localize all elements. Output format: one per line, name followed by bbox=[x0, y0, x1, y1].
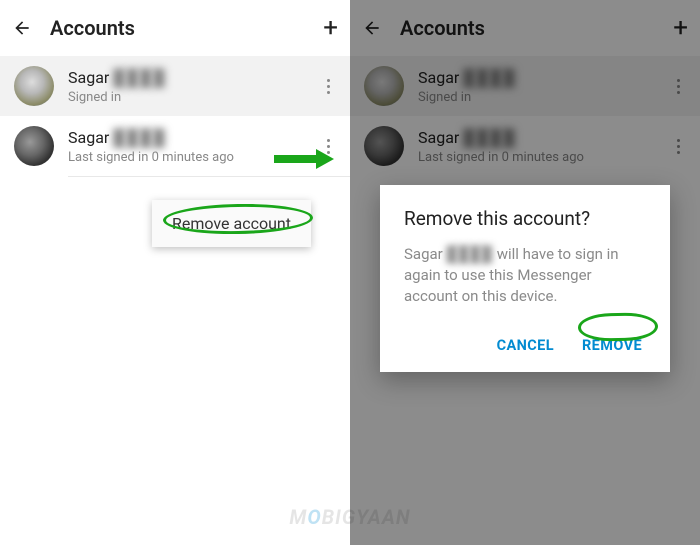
dialog-body: Sagar ████ will have to sign in again to… bbox=[404, 244, 646, 307]
remove-button[interactable]: REMOVE bbox=[582, 337, 642, 354]
remove-account-menu-item[interactable]: Remove account bbox=[152, 200, 311, 247]
account-status: Last signed in 0 minutes ago bbox=[68, 150, 306, 165]
left-screenshot: Accounts + Sagar ████ Signed in Sagar ██… bbox=[0, 0, 350, 545]
overflow-menu-icon[interactable] bbox=[320, 71, 336, 102]
avatar bbox=[14, 66, 54, 106]
account-name: Sagar ████ bbox=[68, 128, 306, 148]
add-account-icon[interactable]: + bbox=[323, 13, 338, 43]
back-arrow-icon[interactable] bbox=[12, 18, 32, 38]
cancel-button[interactable]: CANCEL bbox=[497, 337, 554, 354]
dialog-actions: CANCEL REMOVE bbox=[404, 331, 646, 360]
right-screenshot: Accounts + Sagar ████ Signed in Sagar ██… bbox=[350, 0, 700, 545]
page-title-left: Accounts bbox=[50, 16, 305, 40]
annotation-arrow-icon bbox=[272, 147, 334, 171]
account-status: Signed in bbox=[68, 90, 306, 105]
account-name: Sagar ████ bbox=[68, 68, 306, 88]
avatar bbox=[14, 126, 54, 166]
account-row[interactable]: Sagar ████ Signed in bbox=[0, 56, 350, 116]
header-left: Accounts + bbox=[0, 0, 350, 56]
account-text: Sagar ████ Signed in bbox=[68, 68, 306, 105]
remove-account-dialog: Remove this account? Sagar ████ will hav… bbox=[380, 185, 670, 372]
dialog-title: Remove this account? bbox=[404, 207, 646, 230]
divider bbox=[68, 176, 350, 177]
account-text: Sagar ████ Last signed in 0 minutes ago bbox=[68, 128, 306, 165]
